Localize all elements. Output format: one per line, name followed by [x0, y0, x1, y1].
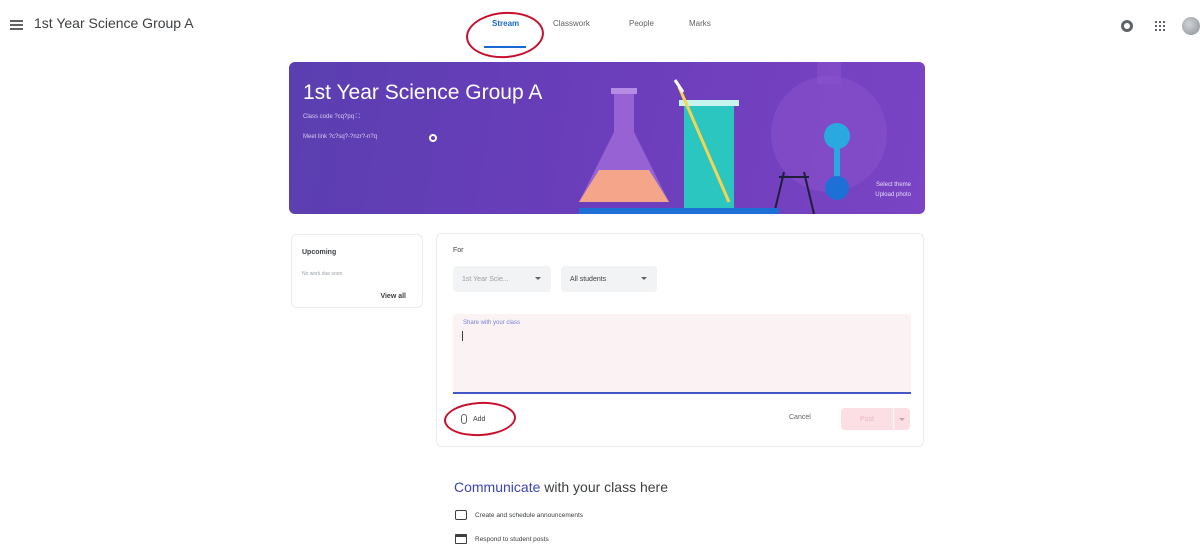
tab-stream[interactable]: Stream	[492, 19, 519, 28]
active-tab-indicator	[484, 46, 526, 48]
audience-select-value: All students	[570, 275, 607, 283]
add-label: Add	[473, 415, 486, 423]
paperclip-icon	[461, 414, 467, 424]
communicate-item: Create and schedule announcements	[455, 510, 583, 520]
text-cursor	[462, 331, 463, 341]
chevron-down-icon	[641, 277, 647, 280]
upcoming-card: Upcoming No work due soon View all	[291, 234, 423, 308]
science-illustration	[579, 62, 887, 214]
class-code[interactable]: Class code ?cq?pq ⛶	[303, 114, 360, 121]
tab-people[interactable]: People	[629, 19, 654, 28]
select-theme-link[interactable]: Select theme	[875, 180, 911, 190]
announcement-input[interactable]: Share with your class	[453, 314, 911, 394]
class-banner: 1st Year Science Group A Class code ?cq?…	[289, 62, 925, 214]
post-options-button[interactable]	[894, 408, 910, 430]
tab-marks[interactable]: Marks	[689, 19, 711, 28]
tab-classwork[interactable]: Classwork	[553, 19, 590, 28]
class-select-value: 1st Year Scie...	[462, 275, 509, 283]
communicate-heading-rest: with your class here	[540, 479, 668, 495]
apps-grid-icon[interactable]	[1155, 21, 1165, 31]
communicate-heading-highlight: Communicate	[454, 479, 541, 495]
announcement-composer: For 1st Year Scie... All students Share …	[436, 233, 924, 447]
communicate-item: Respond to student posts	[455, 534, 549, 544]
banner-theme-links[interactable]: Select theme Upload photo	[875, 180, 911, 200]
class-select[interactable]: 1st Year Scie...	[453, 266, 551, 292]
upcoming-title: Upcoming	[302, 249, 337, 256]
communicate-item-label: Respond to student posts	[475, 535, 549, 543]
chat-bubble-icon	[455, 510, 467, 520]
audience-select[interactable]: All students	[561, 266, 657, 292]
refresh-icon[interactable]	[429, 134, 437, 142]
chevron-down-icon	[899, 418, 905, 421]
top-app-bar: 1st Year Science Group A Stream Classwor…	[0, 0, 1204, 52]
announcement-placeholder: Share with your class	[463, 320, 521, 326]
meet-link[interactable]: Meet link ?c?sq?-?nzr?-n?q	[303, 134, 377, 140]
gear-icon[interactable]	[1121, 20, 1133, 32]
avatar[interactable]	[1182, 17, 1200, 35]
class-title[interactable]: 1st Year Science Group A	[34, 15, 194, 31]
inbox-icon	[455, 534, 467, 544]
view-all-link[interactable]: View all	[380, 293, 406, 300]
upload-photo-link[interactable]: Upload photo	[875, 190, 911, 200]
chevron-down-icon	[535, 277, 541, 280]
hamburger-menu-icon[interactable]	[10, 20, 23, 30]
communicate-item-label: Create and schedule announcements	[475, 511, 584, 519]
post-button[interactable]: Post	[841, 408, 893, 430]
for-label: For	[453, 247, 464, 254]
communicate-heading: Communicate with your class here	[454, 479, 668, 495]
add-attachment-button[interactable]: Add	[461, 408, 485, 430]
banner-title: 1st Year Science Group A	[303, 81, 543, 104]
cancel-button[interactable]: Cancel	[789, 414, 811, 421]
upcoming-empty-text: No work due soon	[302, 271, 343, 277]
